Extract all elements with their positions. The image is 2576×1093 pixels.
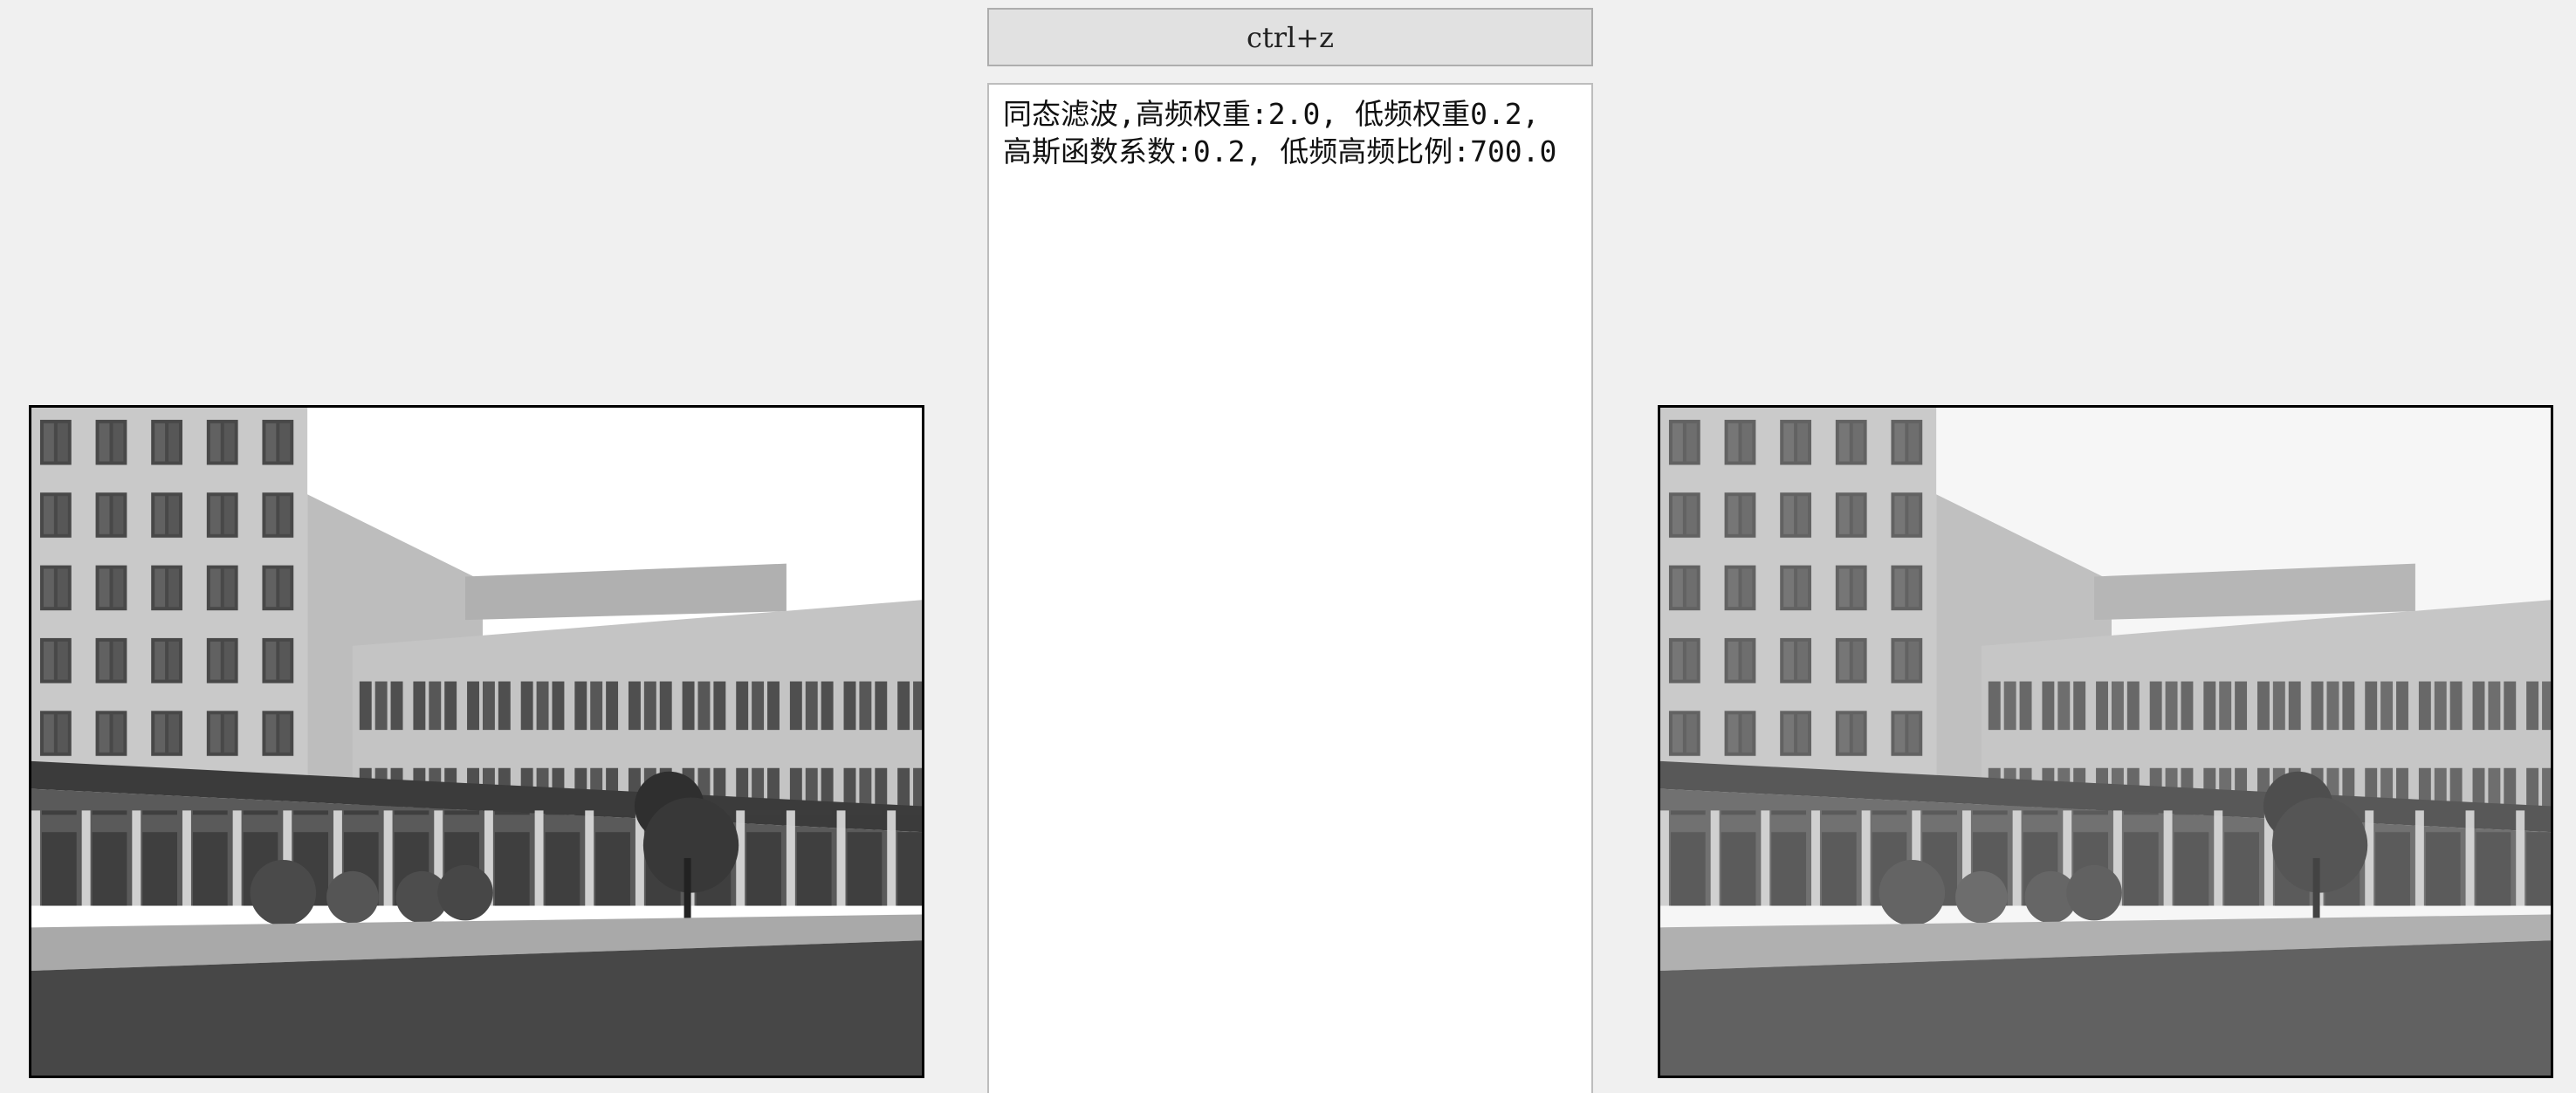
filter-params-textarea[interactable]: 同态滤波,高频权重:2.0, 低频权重0.2, 高斯函数系数:0.2, 低频高频… (987, 83, 1593, 1093)
app-window: ctrl+z 同态滤波,高频权重:2.0, 低频权重0.2, 高斯函数系数:0.… (0, 0, 2576, 1093)
filtered-building-photo (1660, 408, 2551, 1076)
undo-button[interactable]: ctrl+z (987, 8, 1593, 66)
original-image (29, 405, 924, 1078)
params-line-1: 同态滤波,高频权重:2.0, 低频权重0.2, (1003, 97, 1540, 131)
original-building-photo (31, 408, 922, 1076)
params-line-2: 高斯函数系数:0.2, 低频高频比例:700.0 (1003, 134, 1557, 168)
filtered-image (1658, 405, 2553, 1078)
